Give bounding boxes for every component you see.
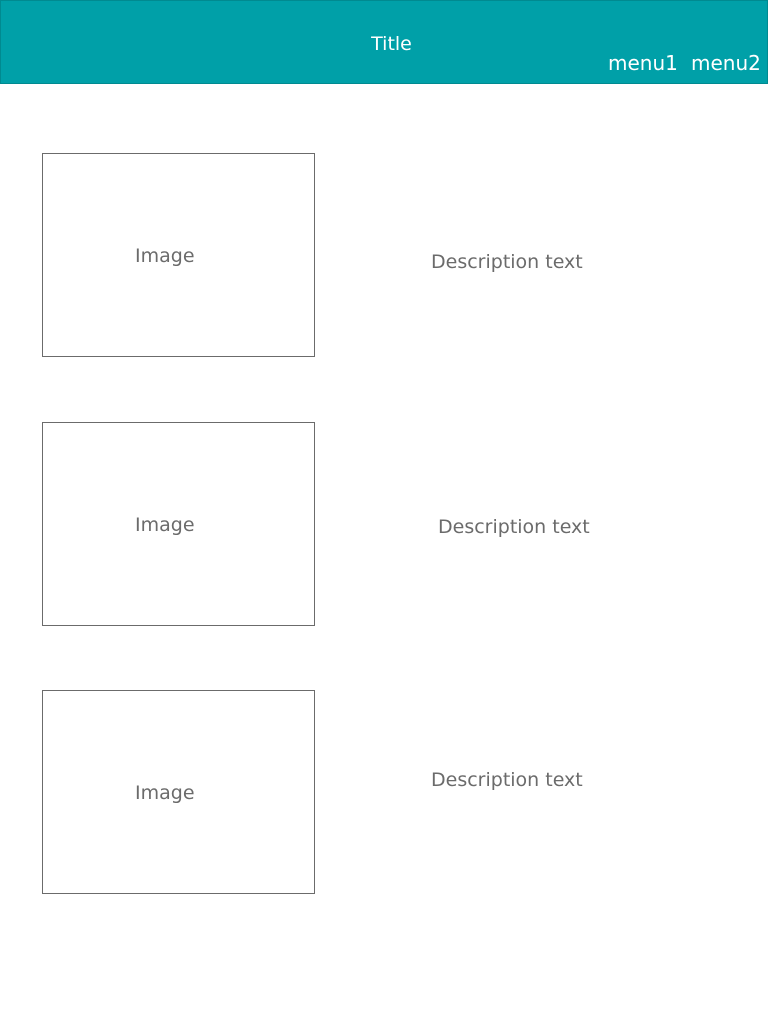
card-description-1: Description text [431, 251, 583, 273]
menu-item-2[interactable]: menu2 [691, 51, 761, 75]
card-image-label: Image [135, 245, 195, 267]
card-image-2: Image [42, 422, 315, 626]
card-image-1: Image [42, 153, 315, 357]
card-description-2: Description text [438, 516, 590, 538]
card-image-label: Image [135, 782, 195, 804]
card-description-3: Description text [431, 769, 583, 791]
app-header: Title menu1 menu2 [0, 0, 768, 84]
card-image-label: Image [135, 514, 195, 536]
menu-item-1[interactable]: menu1 [608, 51, 678, 75]
card-image-3: Image [42, 690, 315, 894]
